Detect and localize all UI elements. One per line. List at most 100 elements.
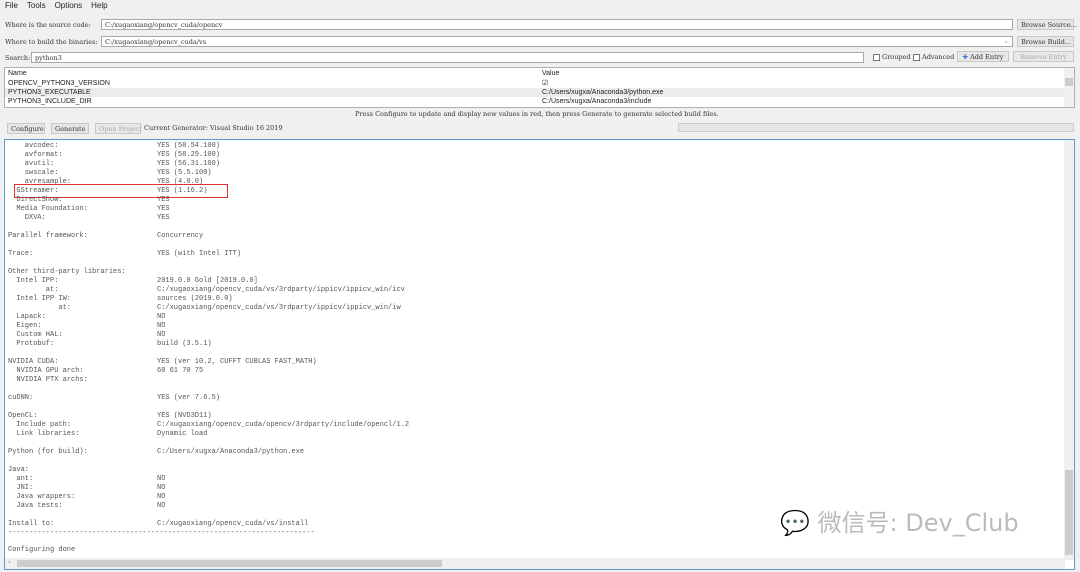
log-value: C:/xugaoxiang/opencv_cuda/vs/3rdparty/ip… [157, 304, 401, 312]
log-label: Eigen: [8, 322, 42, 330]
log-value: C:/xugaoxiang/opencv_cuda/opencv/3rdpart… [157, 421, 410, 429]
grouped-checkbox[interactable]: Grouped [873, 53, 911, 61]
horizontal-scrollbar[interactable]: ‹ [5, 558, 1065, 569]
log-label: DirectShow: [8, 196, 63, 204]
menu-help[interactable]: Help [91, 1, 107, 10]
log-label: swscale: [8, 169, 59, 177]
log-label: OpenCL: [8, 412, 38, 420]
remove-entry-label: Remove Entry [1020, 53, 1067, 61]
log-label: ant: [8, 475, 34, 483]
log-label: Intel IPP: [8, 277, 59, 285]
chevron-left-icon[interactable]: ‹ [8, 558, 11, 566]
source-label: Where is the source code: [5, 21, 91, 29]
chevron-down-icon[interactable]: ⌄ [1004, 37, 1009, 45]
checkbox-icon [873, 53, 880, 61]
log-value: YES [157, 205, 170, 213]
log-value: YES (NVD3D11) [157, 412, 212, 420]
vertical-scrollbar[interactable] [1064, 140, 1074, 560]
log-label: Install to: [8, 520, 55, 528]
plus-icon: ✚ [962, 53, 968, 61]
menu-file[interactable]: File [5, 1, 18, 10]
log-value: 2019.0.0 Gold [2019.0.0] [157, 277, 258, 285]
log-label: DXVA: [8, 214, 46, 222]
log-value: YES [157, 214, 170, 222]
log-value: NO [157, 331, 166, 339]
log-value: NO [157, 475, 166, 483]
log-label: at: [8, 286, 59, 294]
cache-table: Name Value OPENCV_PYTHON3_VERSION ☑ PYTHON… [4, 67, 1075, 108]
log-label: Java: [8, 466, 30, 474]
row-value: C:/Users/xugxa/Anaconda3/include [542, 98, 652, 105]
log-value: YES (1.16.2) [157, 187, 208, 195]
browse-build-button[interactable]: Browse Build... [1017, 36, 1074, 47]
log-label: Include path: [8, 421, 72, 429]
log-label: GStreamer: [8, 187, 59, 195]
output-log[interactable]: Configuring done ‹ 💬 微信号: Dev_Club avcod… [4, 139, 1075, 570]
log-value: Dynamic load [157, 430, 208, 438]
menu-bar: File Tools Options Help [5, 1, 117, 10]
log-value: NO [157, 313, 166, 321]
table-row[interactable]: OPENCV_PYTHON3_VERSION ☑ [5, 79, 1064, 88]
build-combo[interactable]: C:/xugaoxiang/opencv_cuda/vs ⌄ [101, 36, 1013, 47]
row-checkbox[interactable]: ☑ [542, 79, 548, 88]
source-input[interactable]: C:/xugaoxiang/opencv_cuda/opencv [101, 19, 1013, 30]
table-row[interactable]: PYTHON3_EXECUTABLE C:/Users/xugxa/Anacond… [5, 88, 1064, 97]
log-value: YES (ver 7.6.5) [157, 394, 221, 402]
log-label: JNI: [8, 484, 34, 492]
log-label: Protobuf: [8, 340, 55, 348]
log-label: Other third-party libraries: [8, 268, 126, 276]
log-label: cuDNN: [8, 394, 34, 402]
log-label: Java wrappers: [8, 493, 76, 501]
log-label: NVIDIA PTX archs: [8, 376, 88, 384]
log-value: Concurrency [157, 232, 204, 240]
log-label: avformat: [8, 151, 63, 159]
remove-entry-button[interactable]: Remove Entry [1013, 51, 1074, 62]
add-entry-label: Add Entry [970, 53, 1004, 61]
hint-text: Press Configure to update and display ne… [355, 110, 719, 118]
progress-bar [678, 123, 1074, 132]
row-name: PYTHON3_INCLUDE_DIR [8, 98, 92, 105]
checkbox-icon [913, 53, 920, 61]
log-label: ----------------------------------------… [8, 529, 315, 537]
watermark: 💬 微信号: Dev_Club [780, 503, 1019, 538]
log-value: YES [157, 196, 170, 204]
log-label: NVIDIA CUDA: [8, 358, 59, 366]
log-label: avresample: [8, 178, 72, 186]
search-label: Search: [5, 54, 31, 62]
log-value: build (3.5.1) [157, 340, 212, 348]
log-value: 60 61 70 75 [157, 367, 204, 375]
add-entry-button[interactable]: ✚ Add Entry [957, 51, 1009, 62]
menu-options[interactable]: Options [55, 1, 83, 10]
current-generator: Current Generator: Visual Studio 16 2019 [144, 124, 283, 132]
row-name: OPENCV_PYTHON3_VERSION [8, 80, 110, 87]
log-value: C:/Users/xugxa/Anaconda3/python.exe [157, 448, 305, 456]
log-value: C:/xugaoxiang/opencv_cuda/vs/install [157, 520, 309, 528]
grouped-label: Grouped [882, 53, 911, 61]
log-label: NVIDIA GPU arch: [8, 367, 84, 375]
table-row[interactable]: PYTHON3_INCLUDE_DIR C:/Users/xugxa/Anacon… [5, 97, 1064, 106]
row-name: PYTHON3_EXECUTABLE [8, 89, 91, 96]
status-line: Configuring done [8, 546, 76, 554]
advanced-checkbox[interactable]: Advanced [913, 53, 954, 61]
table-scrollbar[interactable] [1064, 68, 1074, 107]
log-label: Media Foundation: [8, 205, 88, 213]
log-label: Intel IPP IW: [8, 295, 72, 303]
log-label: Trace: [8, 250, 34, 258]
log-value: YES (with Intel ITT) [157, 250, 242, 258]
log-value: NO [157, 502, 166, 510]
log-label: Python (for build): [8, 448, 88, 456]
generate-button[interactable]: Generate [51, 123, 89, 134]
browse-source-button[interactable]: Browse Source... [1017, 19, 1077, 30]
open-project-button[interactable]: Open Project [95, 123, 142, 134]
search-input[interactable]: python3 [31, 52, 864, 63]
log-value: sources (2019.0.0) [157, 295, 233, 303]
log-value: C:/xugaoxiang/opencv_cuda/vs/3rdparty/ip… [157, 286, 405, 294]
menu-tools[interactable]: Tools [27, 1, 46, 10]
log-label: Lapack: [8, 313, 46, 321]
wechat-icon: 💬 [780, 509, 810, 537]
configure-button[interactable]: Configure [7, 123, 45, 134]
header-value: Value [542, 70, 560, 77]
log-value: YES (58.29.100) [157, 151, 221, 159]
header-name: Name [8, 70, 27, 77]
log-value: NO [157, 322, 166, 330]
